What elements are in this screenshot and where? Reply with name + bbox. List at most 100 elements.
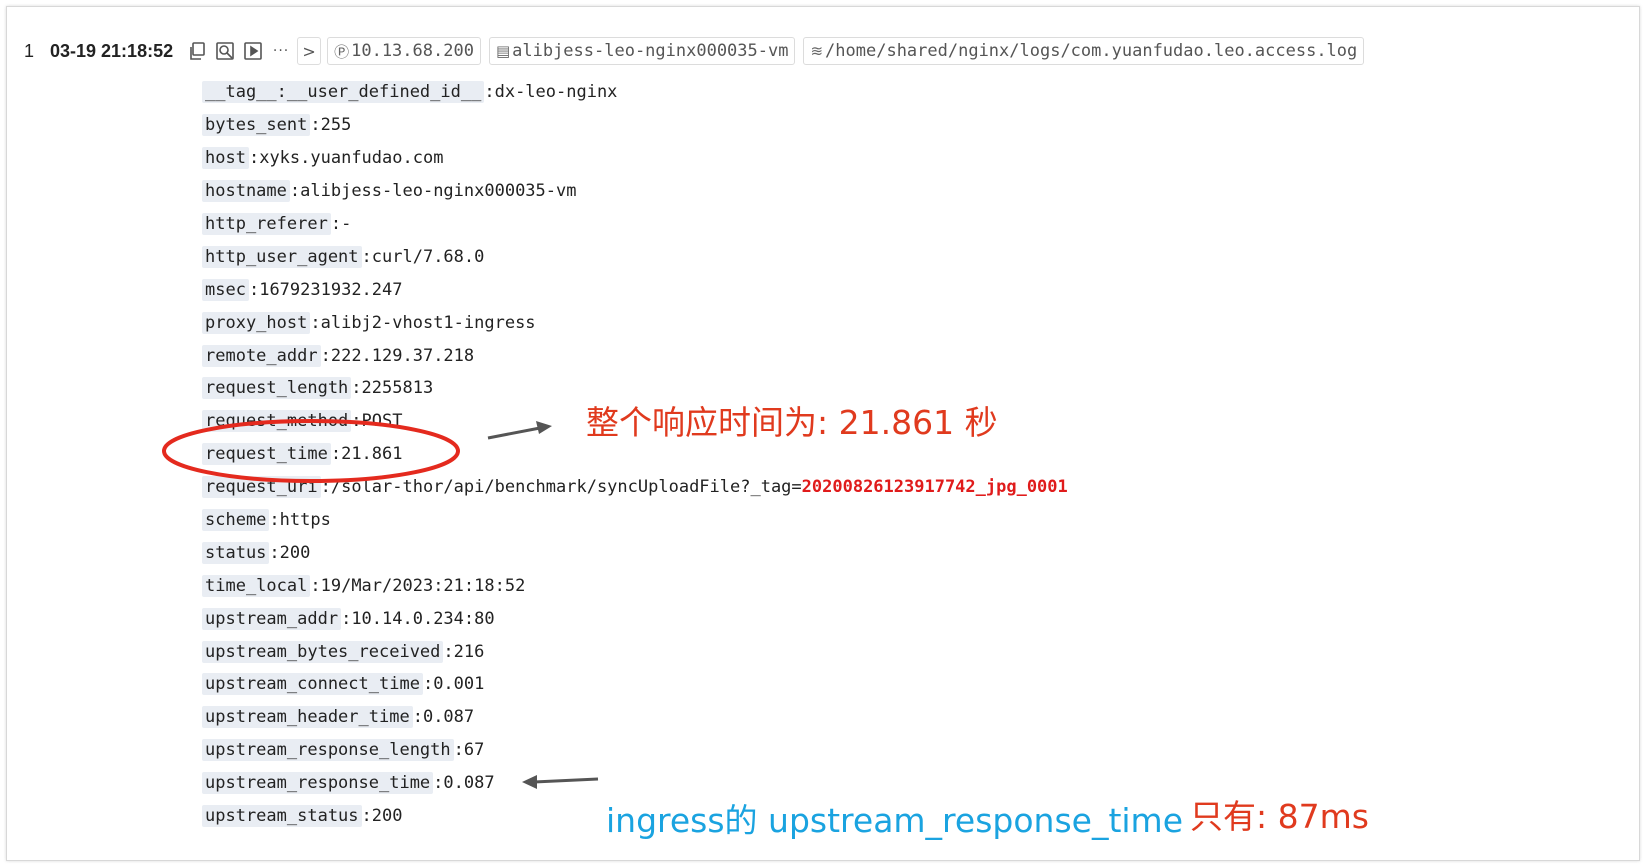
- field-row: upstream_connect_time:0.001: [202, 668, 1068, 701]
- annotation-total-time: 整个响应时间为: 21.861 秒: [586, 403, 998, 442]
- field-separator: :: [320, 345, 331, 366]
- chevron-right-icon[interactable]: >: [297, 37, 322, 65]
- field-value-text: dx-leo-nginx: [494, 82, 618, 103]
- field-key[interactable]: status: [202, 541, 270, 564]
- field-key[interactable]: proxy_host: [202, 311, 311, 334]
- hostname-tag[interactable]: ▤ alibjess-leo-nginx000035-vm: [488, 37, 796, 65]
- field-key[interactable]: __tag__:__user_defined_id__: [202, 81, 485, 104]
- field-value[interactable]: POST: [362, 411, 403, 431]
- field-value[interactable]: 222.129.37.218: [331, 346, 474, 366]
- log-entry-header: 1 03-19 21:18:52 ··· > Ⓟ 10.13.68.200 ▤ …: [24, 36, 1372, 66]
- field-key[interactable]: upstream_response_length: [202, 739, 454, 762]
- field-value[interactable]: 200: [280, 543, 311, 563]
- field-value[interactable]: alibjess-leo-nginx000035-vm: [300, 181, 576, 201]
- field-separator: :: [453, 740, 464, 761]
- field-value[interactable]: 67: [464, 740, 484, 760]
- field-value[interactable]: https: [280, 510, 331, 530]
- field-key[interactable]: scheme: [202, 509, 270, 532]
- field-value-text: /solar-thor/api/benchmark/syncUploadFile…: [330, 477, 802, 498]
- field-value[interactable]: 0.087: [423, 707, 474, 727]
- field-row: upstream_header_time:0.087: [202, 701, 1068, 734]
- field-row: http_user_agent: curl/7.68.0: [202, 240, 1068, 273]
- field-value-text: 2255813: [361, 378, 434, 399]
- row-timestamp: 03-19 21:18:52: [50, 40, 174, 61]
- field-key[interactable]: bytes_sent: [202, 114, 311, 137]
- field-value[interactable]: 19/Mar/2023:21:18:52: [321, 576, 526, 596]
- field-value-text: 0.001: [433, 674, 485, 695]
- field-value[interactable]: 21.861: [341, 444, 402, 464]
- field-value-text: 200: [371, 806, 403, 827]
- field-value[interactable]: 255: [321, 115, 352, 135]
- field-key[interactable]: hostname: [202, 180, 290, 203]
- field-value[interactable]: dx-leo-nginx: [495, 82, 618, 102]
- field-value[interactable]: 10.14.0.234:80: [351, 609, 494, 629]
- field-value-text: curl/7.68.0: [371, 246, 485, 267]
- field-key[interactable]: upstream_connect_time: [202, 673, 423, 696]
- field-value[interactable]: -: [341, 214, 351, 234]
- field-value[interactable]: curl/7.68.0: [372, 247, 485, 267]
- annotation-ingress-value: 只有: 87ms: [1190, 797, 1369, 836]
- annotation-ingress-label: ingress的 upstream_response_time: [606, 801, 1184, 840]
- field-value[interactable]: 216: [454, 642, 485, 662]
- more-icon[interactable]: ···: [269, 39, 293, 63]
- log-path-tag-text: /home/shared/nginx/logs/com.yuanfudao.le…: [825, 41, 1358, 61]
- field-key[interactable]: http_referer: [202, 213, 331, 235]
- log-path-tag[interactable]: ≋ /home/shared/nginx/logs/com.yuanfudao.…: [803, 37, 1365, 65]
- field-key[interactable]: time_local: [202, 574, 311, 597]
- field-value[interactable]: 200: [372, 806, 403, 826]
- field-row: host: xyks.yuanfudao.com: [202, 142, 1068, 175]
- field-key[interactable]: upstream_response_time: [202, 772, 434, 795]
- field-row: __tag__:__user_defined_id__: dx-leo-nginx: [202, 76, 1068, 109]
- field-value[interactable]: 2255813: [362, 378, 434, 398]
- field-key[interactable]: request_time: [202, 443, 331, 466]
- field-separator: :: [443, 641, 454, 662]
- field-key[interactable]: request_uri: [202, 476, 321, 499]
- field-key[interactable]: request_length: [202, 377, 352, 400]
- server-icon: ▤: [495, 42, 511, 60]
- field-separator: :: [269, 542, 280, 563]
- log-fields-list: __tag__:__user_defined_id__: dx-leo-nginx…: [202, 76, 1068, 832]
- field-separator: :: [361, 246, 372, 267]
- field-row: upstream_response_length:67: [202, 734, 1068, 767]
- field-separator: :: [351, 411, 362, 432]
- field-separator: :: [310, 575, 321, 596]
- field-key[interactable]: host: [202, 147, 249, 170]
- field-value[interactable]: xyks.yuanfudao.com: [259, 148, 443, 168]
- field-key[interactable]: upstream_addr: [202, 607, 342, 630]
- field-value-text: 216: [453, 641, 485, 662]
- field-row: scheme: https: [202, 504, 1068, 537]
- context-search-icon[interactable]: [213, 39, 237, 63]
- ip-tag-text: 10.13.68.200: [351, 41, 474, 61]
- field-value[interactable]: alibj2-vhost1-ingress: [321, 313, 536, 333]
- field-value-text: 0.087: [443, 773, 495, 794]
- field-row: upstream_bytes_received:216: [202, 635, 1068, 668]
- play-icon[interactable]: [241, 39, 265, 63]
- field-key[interactable]: upstream_status: [202, 805, 362, 828]
- field-separator: :: [269, 510, 280, 531]
- field-value[interactable]: /solar-thor/api/benchmark/syncUploadFile…: [331, 477, 1068, 497]
- field-key[interactable]: msec: [202, 278, 249, 301]
- row-index: 1: [24, 40, 35, 61]
- field-key[interactable]: upstream_bytes_received: [202, 640, 444, 663]
- field-value-text: 21.861: [341, 444, 403, 465]
- field-separator: :: [351, 378, 362, 399]
- ip-tag[interactable]: Ⓟ 10.13.68.200: [327, 37, 481, 65]
- field-separator: :: [310, 115, 321, 136]
- copy-icon[interactable]: [185, 39, 209, 63]
- field-separator: :: [330, 214, 342, 234]
- field-key[interactable]: http_user_agent: [202, 245, 362, 268]
- field-value[interactable]: 0.001: [433, 674, 484, 694]
- field-separator: :: [341, 608, 352, 629]
- field-row: hostname: alibjess-leo-nginx000035-vm: [202, 175, 1068, 208]
- field-value[interactable]: 1679231932.247: [259, 280, 402, 300]
- field-key[interactable]: upstream_header_time: [202, 706, 413, 729]
- field-separator: :: [330, 444, 342, 465]
- field-row: remote_addr:222.129.37.218: [202, 339, 1068, 372]
- field-row: proxy_host: alibj2-vhost1-ingress: [202, 306, 1068, 339]
- field-value-text: 1679231932.247: [259, 279, 403, 300]
- field-key[interactable]: remote_addr: [202, 344, 321, 367]
- field-value-text: xyks.yuanfudao.com: [259, 148, 444, 169]
- field-key[interactable]: request_method: [202, 410, 352, 433]
- field-row: time_local:19/Mar/2023:21:18:52: [202, 569, 1068, 602]
- field-value[interactable]: 0.087: [443, 773, 494, 793]
